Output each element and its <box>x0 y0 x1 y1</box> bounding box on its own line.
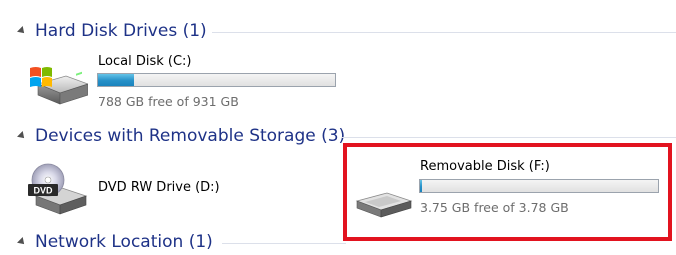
drive-dvd-rw-d[interactable]: DVD DVD RW Drive (D:) <box>0 158 330 220</box>
group-title: Hard Disk Drives (1) <box>35 21 207 41</box>
group-divider <box>212 32 676 33</box>
collapse-arrow-icon[interactable] <box>17 26 27 36</box>
drive-usage-bar <box>97 73 336 87</box>
highlight-annotation-box <box>343 143 672 241</box>
drive-name: DVD RW Drive (D:) <box>98 180 220 195</box>
drive-free-space: 788 GB free of 931 GB <box>98 94 239 109</box>
dvd-icon-label: DVD <box>33 186 53 196</box>
group-divider <box>222 243 346 244</box>
group-header-hard-disk-drives[interactable]: Hard Disk Drives (1) <box>0 18 676 44</box>
drive-name: Local Disk (C:) <box>98 54 192 69</box>
collapse-arrow-icon[interactable] <box>17 237 27 247</box>
dvd-drive-icon: DVD <box>28 163 88 215</box>
group-title: Devices with Removable Storage (3) <box>35 126 346 146</box>
drive-usage-fill <box>98 74 135 86</box>
group-header-network-location[interactable]: Network Location (1) <box>0 229 676 255</box>
windows-hard-disk-icon <box>30 67 88 105</box>
group-divider <box>342 137 676 138</box>
drive-local-disk-c[interactable]: Local Disk (C:) 788 GB free of 931 GB <box>0 50 340 112</box>
collapse-arrow-icon[interactable] <box>17 131 27 141</box>
group-title: Network Location (1) <box>35 232 213 252</box>
